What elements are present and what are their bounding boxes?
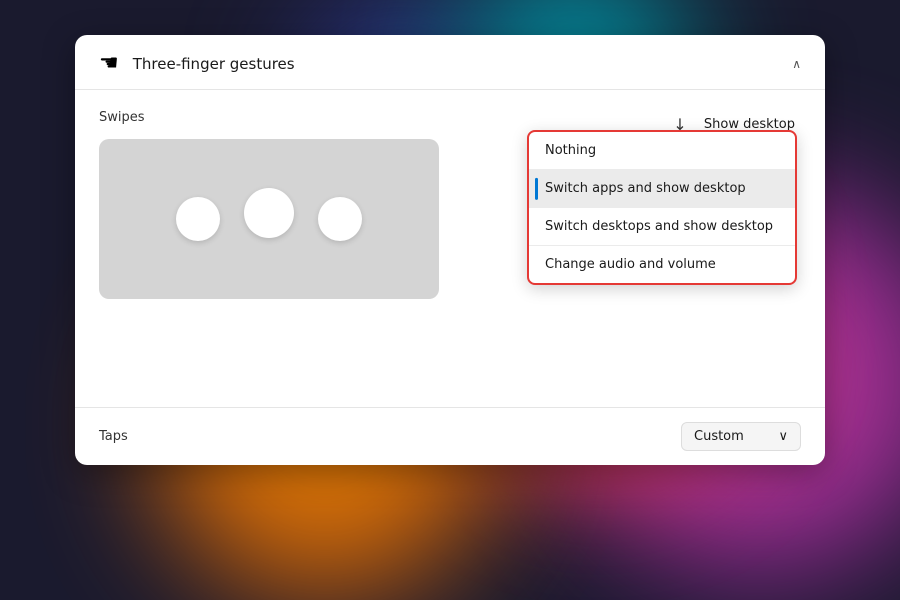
collapse-button[interactable]: ∧ <box>792 57 801 71</box>
dropdown-item-nothing[interactable]: Nothing <box>529 132 795 169</box>
dropdown-item-switch-show-label: Switch apps and show desktop <box>545 181 746 196</box>
gesture-illustration <box>99 139 439 299</box>
dropdown-item-switch-show[interactable]: Switch apps and show desktop <box>529 170 795 207</box>
header-left: ☚ Three-finger gestures <box>99 53 295 75</box>
dropdown-item-audio[interactable]: Change audio and volume <box>529 246 795 283</box>
selected-indicator <box>535 177 538 199</box>
taps-dropdown[interactable]: Custom ∨ <box>681 422 801 451</box>
settings-card: ☚ Three-finger gestures ∧ Swipes ↓ Show … <box>75 35 825 465</box>
swipes-dropdown-popup: Nothing Switch apps and show desktop Swi… <box>527 130 797 285</box>
dropdown-item-nothing-label: Nothing <box>545 143 596 158</box>
taps-label: Taps <box>99 429 128 444</box>
finger-dot-1 <box>176 197 220 241</box>
dropdown-item-audio-label: Change audio and volume <box>545 257 716 272</box>
dropdown-item-switch-desktops[interactable]: Switch desktops and show desktop <box>529 208 795 245</box>
finger-dot-2 <box>244 188 294 238</box>
finger-dot-3 <box>318 197 362 241</box>
taps-dropdown-value: Custom <box>694 429 744 444</box>
card-header: ☚ Three-finger gestures ∧ <box>75 35 825 90</box>
card-title: Three-finger gestures <box>133 55 295 73</box>
three-finger-icon: ☚ <box>99 53 119 75</box>
taps-row: Taps Custom ∨ <box>75 407 825 465</box>
dropdown-item-switch-desktops-label: Switch desktops and show desktop <box>545 219 773 234</box>
taps-dropdown-arrow: ∨ <box>778 429 788 444</box>
